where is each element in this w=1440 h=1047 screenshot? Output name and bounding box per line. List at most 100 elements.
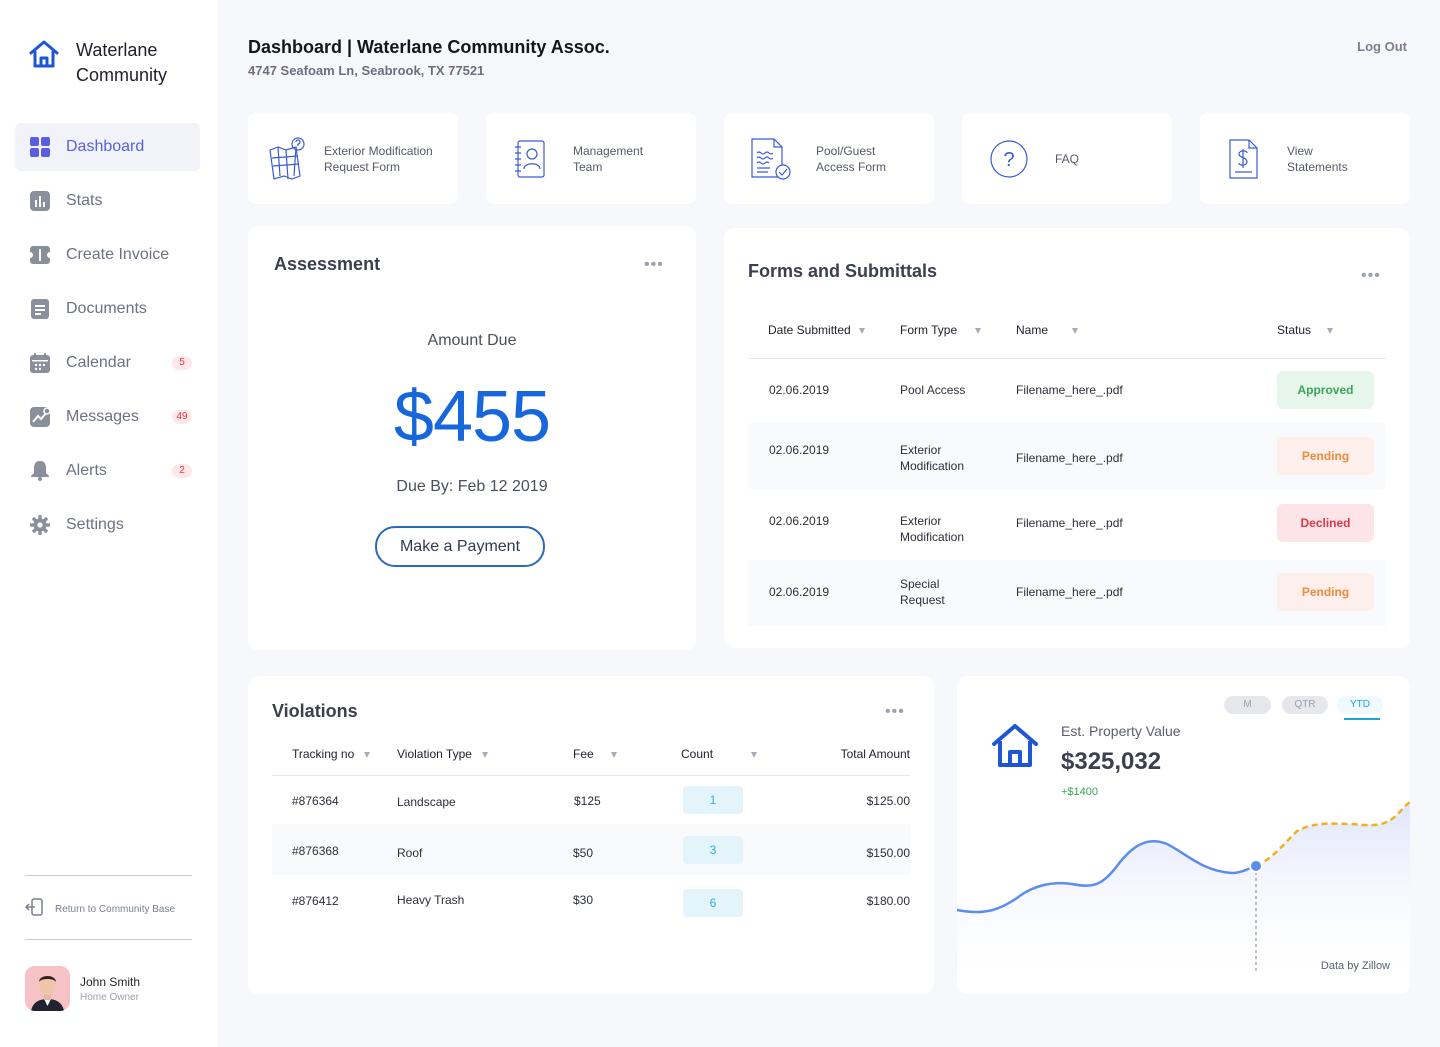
house-logo-icon [28, 38, 60, 75]
more-options-icon[interactable]: ••• [644, 257, 664, 273]
user-info: John Smith Home Owner [80, 975, 140, 1003]
tracking-cell: #876412 [292, 894, 339, 908]
return-to-community-link[interactable]: Return to Community Base [24, 898, 176, 921]
fee-cell: $50 [573, 846, 594, 860]
sidebar-item-calendar[interactable]: Calendar 5 [15, 339, 200, 387]
amount-due-value: $455 [393, 377, 551, 457]
table-row[interactable]: #876368 Roof $50 3 $150.00 [272, 824, 910, 875]
quick-link-pool-guest-access[interactable]: Pool/Guest Access Form [724, 113, 934, 204]
quick-link-view-statements[interactable]: View Statements [1200, 113, 1410, 204]
quick-link-faq[interactable]: ? FAQ [962, 113, 1172, 204]
column-header-violation-type[interactable]: Violation Type [397, 747, 488, 761]
sidebar-item-messages[interactable]: Messages 49 [15, 393, 200, 441]
form-type-cell: Exterior Modification [900, 443, 965, 473]
quick-link-label: FAQ [1055, 151, 1080, 166]
sidebar-item-stats[interactable]: Stats [15, 177, 200, 225]
document-icon [29, 298, 51, 320]
sidebar-item-settings[interactable]: Settings [15, 501, 200, 549]
sort-caret-icon[interactable] [1327, 327, 1334, 334]
brand[interactable]: Waterlane Community [28, 38, 167, 88]
date-cell: 02.06.2019 [769, 383, 830, 397]
tracking-cell: #876368 [292, 844, 339, 858]
sidebar-item-create-invoice[interactable]: Create Invoice [15, 231, 200, 279]
date-cell: 02.06.2019 [769, 585, 830, 599]
sort-caret-icon[interactable] [975, 327, 982, 334]
sort-caret-icon[interactable] [481, 751, 488, 758]
due-date: Due By: Feb 12 2019 [396, 478, 548, 495]
column-label: Form Type [900, 323, 958, 337]
column-header-form-type[interactable]: Form Type [900, 323, 982, 337]
filename-cell[interactable]: Filename_here_.pdf [1016, 450, 1123, 466]
statement-icon [1200, 138, 1287, 180]
sort-caret-icon[interactable] [1072, 327, 1079, 334]
sidebar-item-documents[interactable]: Documents [15, 285, 200, 333]
column-header-total[interactable]: Total Amount [841, 747, 910, 761]
sidebar-item-dashboard[interactable]: Dashboard [15, 123, 200, 171]
sidebar-item-label: Documents [66, 300, 147, 317]
property-value-chart [957, 800, 1410, 994]
quick-link-label: View Statements [1287, 143, 1348, 174]
column-header-name[interactable]: Name [1016, 323, 1079, 337]
total-cell: $125.00 [866, 794, 910, 808]
column-label: Tracking no [292, 747, 355, 761]
form-type-cell: Pool Access [900, 383, 966, 397]
violations-card: Violations ••• Tracking no Violation Typ… [248, 676, 934, 994]
sidebar-item-label: Stats [66, 192, 103, 209]
grid-icon [29, 136, 51, 158]
brand-name: Waterlane Community [76, 38, 167, 88]
form-type-cell: Special Request [900, 577, 945, 607]
sidebar: Waterlane Community Dashboard Stats Crea… [0, 0, 218, 1047]
sidebar-divider [25, 875, 192, 876]
column-header-status[interactable]: Status [1277, 323, 1334, 337]
filename-cell[interactable]: Filename_here_.pdf [1016, 584, 1123, 600]
chart-marker-point [1249, 859, 1263, 873]
calendar-icon [29, 352, 51, 374]
sort-caret-icon[interactable] [858, 327, 865, 334]
brand-line-1: Waterlane [76, 40, 158, 60]
sort-caret-icon[interactable] [751, 751, 758, 758]
more-options-icon[interactable]: ••• [885, 704, 905, 720]
count-badge: 6 [683, 889, 743, 917]
make-payment-button[interactable]: Make a Payment [375, 526, 545, 567]
sort-caret-icon[interactable] [610, 751, 617, 758]
column-label: Status [1277, 323, 1312, 337]
status-badge: Pending [1277, 573, 1374, 611]
sidebar-item-alerts[interactable]: Alerts 2 [15, 447, 200, 495]
column-header-date[interactable]: Date Submitted [768, 323, 865, 337]
table-row[interactable]: 02.06.2019 Exterior Modification Filenam… [748, 489, 1386, 559]
table-row[interactable]: #876412 Heavy Trash $30 6 $180.00 [272, 875, 910, 927]
question-icon: ? [962, 139, 1055, 179]
map-icon [248, 136, 324, 182]
brand-line-2: Community [76, 65, 168, 85]
count-badge: 1 [683, 786, 743, 814]
sort-caret-icon[interactable] [364, 751, 371, 758]
user-profile[interactable]: John Smith Home Owner [25, 966, 140, 1011]
data-source-label: Data by Zillow [1320, 960, 1390, 972]
logout-button[interactable]: Log Out [1357, 39, 1407, 54]
quick-link-exterior-modification[interactable]: Exterior Modification Request Form [248, 113, 458, 204]
form-type-cell: Exterior Modification [900, 514, 965, 544]
avatar [25, 966, 70, 1011]
property-value-card: M QTR YTD Est. Property Value $325,032 +… [957, 676, 1410, 994]
sidebar-item-label: Dashboard [66, 138, 145, 155]
sidebar-nav: Dashboard Stats Create Invoice Documents… [15, 123, 200, 555]
sidebar-item-label: Alerts [66, 462, 107, 479]
column-header-fee[interactable]: Fee [573, 747, 617, 761]
column-header-tracking[interactable]: Tracking no [292, 747, 371, 761]
quick-link-management-team[interactable]: Management Team [486, 113, 696, 204]
quick-link-label: Pool/Guest Access Form [816, 143, 887, 174]
table-row[interactable]: 02.06.2019 Special Request Filename_here… [748, 560, 1386, 626]
sidebar-divider [25, 939, 192, 940]
table-row[interactable]: #876364 Landscape $125 1 $125.00 [272, 776, 910, 824]
status-badge: Declined [1277, 504, 1374, 542]
table-row[interactable]: 02.06.2019 Exterior Modification Filenam… [748, 423, 1386, 489]
return-label: Return to Community Base [55, 904, 176, 915]
table-row[interactable]: 02.06.2019 Pool Access Filename_here_.pd… [748, 359, 1386, 421]
messages-badge: 49 [172, 410, 192, 424]
column-header-count[interactable]: Count [681, 747, 758, 761]
more-options-icon[interactable]: ••• [1361, 268, 1381, 284]
trend-icon [29, 406, 51, 428]
exit-door-icon [24, 898, 43, 921]
filename-cell[interactable]: Filename_here_.pdf [1016, 382, 1123, 398]
filename-cell[interactable]: Filename_here_.pdf [1016, 515, 1123, 531]
